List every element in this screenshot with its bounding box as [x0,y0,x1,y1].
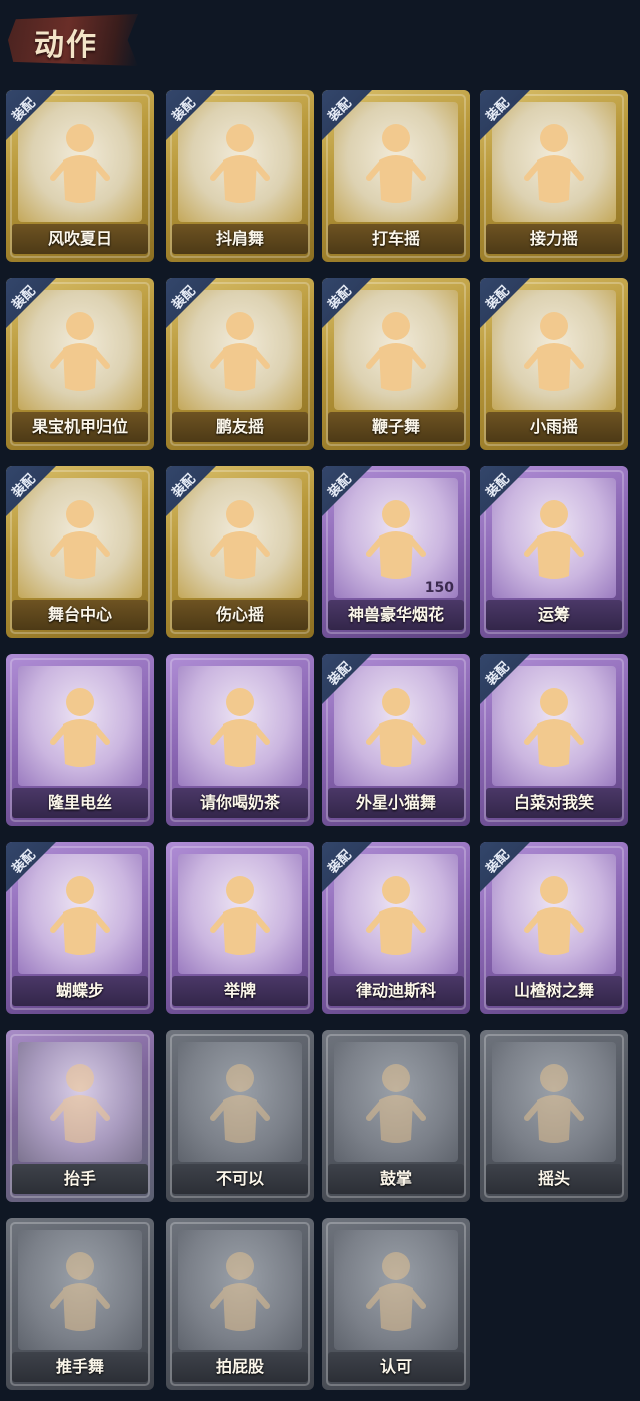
card-label: 律动迪斯科 [355,981,436,1000]
pose-figure-icon [361,872,431,962]
action-card[interactable]: 拍屁股 [166,1218,314,1390]
action-card[interactable]: 抬手 [6,1030,154,1202]
page-title: 动作 [34,28,98,63]
card-label: 小雨摇 [529,417,578,436]
card-label: 舞台中心 [47,605,112,624]
action-card[interactable]: 推手舞 [6,1218,154,1390]
action-card[interactable]: 鼓掌 [322,1030,470,1202]
pose-figure-icon [205,1060,275,1150]
action-card[interactable]: 神兽豪华烟花 150 装配 [322,466,470,638]
pose-figure-icon [205,496,275,586]
card-label: 风吹夏日 [47,229,112,248]
card-label: 果宝机甲归位 [31,417,128,436]
action-card[interactable]: 风吹夏日 装配 [6,90,154,262]
action-card[interactable]: 运筹 装配 [480,466,628,638]
card-label: 推手舞 [55,1357,104,1376]
action-card[interactable]: 鞭子舞 装配 [322,278,470,450]
pose-figure-icon [205,308,275,398]
pose-figure-icon [361,684,431,774]
pose-figure-icon [45,308,115,398]
item-count: 150 [424,580,454,596]
card-label: 请你喝奶茶 [199,793,280,812]
pose-figure-icon [45,684,115,774]
action-card[interactable]: 隆里电丝 [6,654,154,826]
action-card[interactable]: 伤心摇 装配 [166,466,314,638]
pose-figure-icon [45,1248,115,1338]
action-card[interactable]: 小雨摇 装配 [480,278,628,450]
action-card[interactable]: 不可以 [166,1030,314,1202]
card-label: 拍屁股 [215,1357,264,1376]
action-card[interactable]: 舞台中心 装配 [6,466,154,638]
action-card[interactable]: 认可 [322,1218,470,1390]
pose-figure-icon [45,496,115,586]
action-card[interactable]: 山楂树之舞 装配 [480,842,628,1014]
pose-figure-icon [519,872,589,962]
card-label: 蝴蝶步 [55,981,104,1000]
pose-figure-icon [205,120,275,210]
pose-figure-icon [361,308,431,398]
card-label: 接力摇 [529,229,578,248]
action-card[interactable]: 打车摇 装配 [322,90,470,262]
pose-figure-icon [361,496,431,586]
pose-figure-icon [205,684,275,774]
action-card[interactable]: 摇头 [480,1030,628,1202]
card-label: 不可以 [215,1169,264,1188]
pose-figure-icon [519,496,589,586]
card-label: 鹏友摇 [215,417,264,436]
pose-figure-icon [205,872,275,962]
pose-figure-icon [45,1060,115,1150]
pose-figure-icon [205,1248,275,1338]
action-card[interactable]: 律动迪斯科 装配 [322,842,470,1014]
card-label: 抬手 [63,1169,96,1188]
action-card[interactable]: 蝴蝶步 装配 [6,842,154,1014]
card-label: 神兽豪华烟花 [347,605,444,624]
pose-figure-icon [361,1248,431,1338]
action-card[interactable]: 果宝机甲归位 装配 [6,278,154,450]
card-label: 鼓掌 [379,1169,412,1188]
card-label: 鞭子舞 [371,417,420,436]
pose-figure-icon [45,120,115,210]
card-label: 伤心摇 [215,605,264,624]
pose-figure-icon [519,1060,589,1150]
pose-figure-icon [519,308,589,398]
header: 动作 [0,0,640,80]
card-label: 摇头 [537,1169,570,1188]
pose-figure-icon [45,872,115,962]
action-card[interactable]: 外星小猫舞 装配 [322,654,470,826]
card-label: 举牌 [223,981,256,1000]
card-label: 白菜对我笑 [513,793,594,812]
pose-figure-icon [519,684,589,774]
action-card[interactable]: 接力摇 装配 [480,90,628,262]
action-card[interactable]: 鹏友摇 装配 [166,278,314,450]
card-label: 山楂树之舞 [513,981,594,1000]
action-card[interactable]: 举牌 [166,842,314,1014]
action-card[interactable]: 请你喝奶茶 [166,654,314,826]
pose-figure-icon [361,120,431,210]
pose-figure-icon [361,1060,431,1150]
card-label: 运筹 [537,605,570,624]
action-card[interactable]: 白菜对我笑 装配 [480,654,628,826]
card-label: 认可 [379,1357,412,1376]
card-label: 隆里电丝 [47,793,112,812]
card-label: 外星小猫舞 [355,793,436,812]
card-label: 打车摇 [371,229,420,248]
pose-figure-icon [519,120,589,210]
card-label: 抖肩舞 [215,229,264,248]
action-card[interactable]: 抖肩舞 装配 [166,90,314,262]
